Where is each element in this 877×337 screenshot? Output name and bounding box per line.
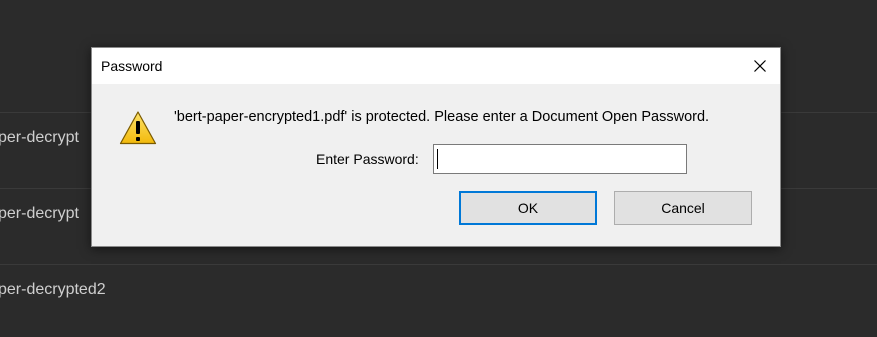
dialog-titlebar[interactable]: Password (92, 48, 780, 84)
cancel-button[interactable]: Cancel (614, 191, 752, 225)
close-button[interactable] (746, 52, 774, 80)
list-item-label: per-decrypt (0, 205, 79, 222)
password-label: Enter Password: (316, 151, 419, 167)
password-dialog: Password 'bert-paper-encrypted1.pdf' is … (91, 47, 781, 247)
password-input[interactable] (433, 144, 687, 174)
warning-icon (119, 111, 157, 145)
ok-button[interactable]: OK (459, 191, 597, 225)
list-item[interactable]: per-decrypted2 (0, 264, 877, 337)
list-item-label: per-decrypted2 (0, 281, 106, 298)
close-icon (754, 60, 766, 72)
dialog-message: 'bert-paper-encrypted1.pdf' is protected… (174, 109, 710, 125)
dialog-title: Password (101, 58, 163, 74)
list-item-label: per-decrypt (0, 129, 79, 146)
